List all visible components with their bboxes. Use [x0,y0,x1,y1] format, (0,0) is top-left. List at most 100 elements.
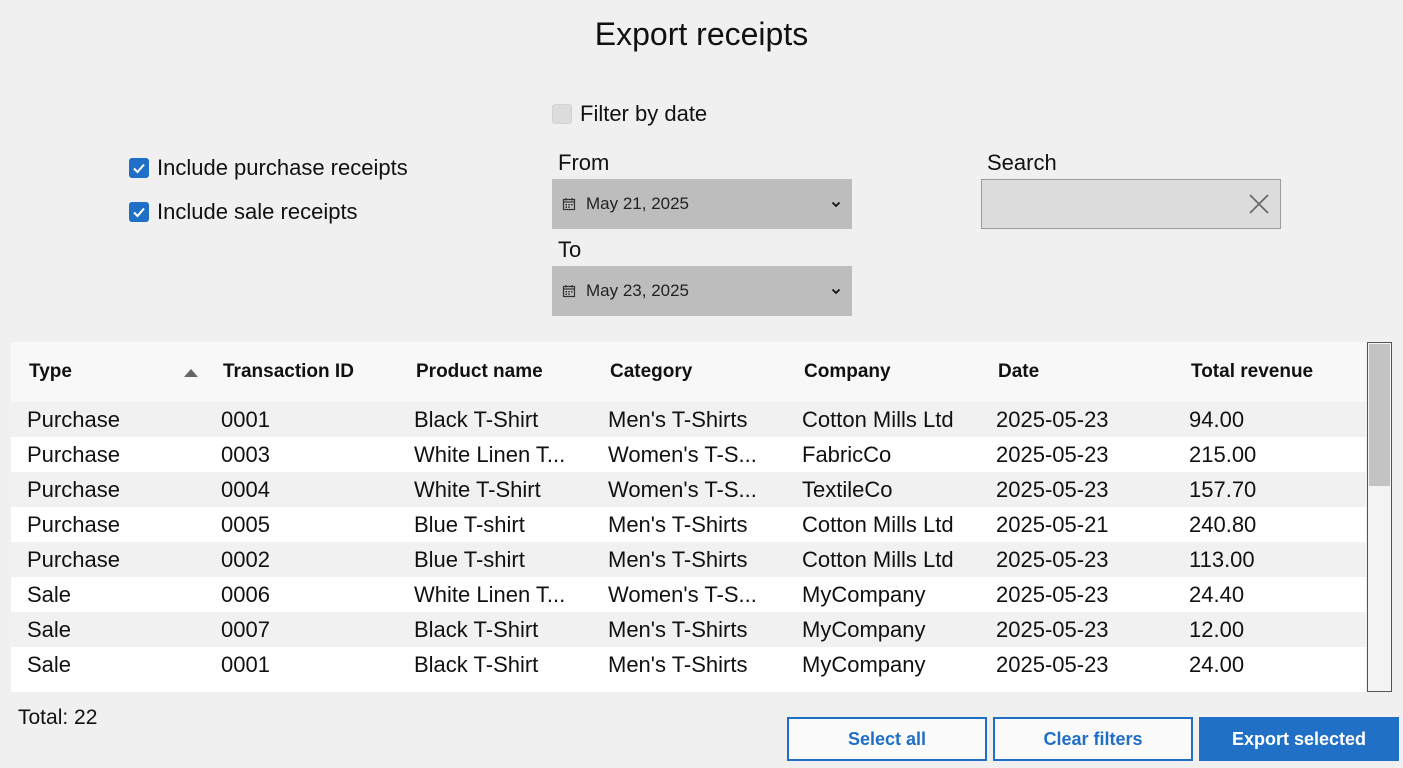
table-row[interactable]: Purchase 0003 White Linen T... Women's T… [11,437,1366,472]
cell-date: 2025-05-23 [996,616,1109,642]
include-purchase-label: Include purchase receipts [157,155,408,180]
filter-by-date-checkbox[interactable]: Filter by date [552,101,707,127]
column-header-date[interactable]: Date [980,342,1173,402]
include-sale-label: Include sale receipts [157,199,358,224]
select-all-button[interactable]: Select all [787,717,987,761]
cell-product-name: Black T-Shirt [414,616,539,642]
column-header-product-name[interactable]: Product name [398,342,592,402]
filter-by-date-label: Filter by date [580,101,708,126]
column-header-type[interactable]: Type [11,342,205,402]
cell-product-name: White T-Shirt [414,476,541,502]
calendar-icon [562,285,576,298]
cell-company: FabricCo [802,441,892,467]
table-vertical-scrollbar[interactable] [1367,342,1392,692]
chevron-down-icon [831,201,841,208]
cell-total-revenue: 12.00 [1189,616,1245,642]
cell-company: TextileCo [802,476,893,502]
from-date-value: May 21, 2025 [586,194,690,213]
cell-date: 2025-05-23 [996,651,1109,677]
export-receipts-window: Export receipts Include purchase receipt… [0,0,1403,768]
search-input[interactable] [982,180,1280,228]
checkbox-checked-icon [129,202,149,222]
column-header-label: Product name [416,361,543,382]
export-selected-button[interactable]: Export selected [1199,717,1399,761]
column-header-company[interactable]: Company [786,342,980,402]
cell-company: Cotton Mills Ltd [802,546,954,572]
sort-ascending-icon [184,369,198,377]
cell-date: 2025-05-23 [996,406,1109,432]
cell-type: Sale [27,616,72,642]
column-header-label: Category [610,361,693,382]
clear-filters-button[interactable]: Clear filters [993,717,1193,761]
search-label: Search [987,150,1057,175]
page-title: Export receipts [594,16,809,52]
close-icon[interactable] [1248,193,1270,215]
cell-date: 2025-05-23 [996,476,1109,502]
cell-total-revenue: 240.80 [1189,511,1257,537]
cell-total-revenue: 94.00 [1189,406,1245,432]
include-sale-checkbox[interactable]: Include sale receipts [129,199,358,225]
table-row[interactable]: Purchase 0004 White T-Shirt Women's T-S.… [11,472,1366,507]
cell-company: MyCompany [802,616,926,642]
cell-category: Women's T-S... [608,476,757,502]
cell-type: Purchase [27,441,120,467]
to-date-value: May 23, 2025 [586,281,690,300]
cell-transaction-id: 0001 [221,651,270,677]
cell-category: Women's T-S... [608,441,757,467]
cell-total-revenue: 157.70 [1189,476,1257,502]
table-row[interactable]: Purchase 0005 Blue T-shirt Men's T-Shirt… [11,507,1366,542]
table-row[interactable]: Sale 0006 White Linen T... Women's T-S..… [11,577,1366,612]
chevron-down-icon [831,288,841,295]
cell-date: 2025-05-23 [996,546,1109,572]
cell-type: Purchase [27,546,120,572]
to-date-picker[interactable]: May 23, 2025 [552,266,852,316]
column-header-category[interactable]: Category [592,342,786,402]
cell-product-name: Blue T-shirt [414,546,525,572]
cell-type: Purchase [27,476,120,502]
cell-company: MyCompany [802,581,926,607]
cell-company: Cotton Mills Ltd [802,406,954,432]
cell-company: MyCompany [802,651,926,677]
cell-total-revenue: 215.00 [1189,441,1257,467]
table-header-row: Type Transaction ID Product name Categor… [11,342,1366,402]
cell-transaction-id: 0006 [221,581,270,607]
cell-transaction-id: 0004 [221,476,270,502]
cell-transaction-id: 0003 [221,441,270,467]
cell-date: 2025-05-21 [996,511,1109,537]
cell-product-name: Blue T-shirt [414,511,525,537]
table-row[interactable]: Purchase 0001 Black T-Shirt Men's T-Shir… [11,402,1366,437]
receipts-table: Type Transaction ID Product name Categor… [11,342,1366,692]
calendar-icon [562,198,576,211]
checkbox-unchecked-icon [552,104,572,124]
table-row[interactable]: Sale 0007 Black T-Shirt Men's T-Shirts M… [11,612,1366,647]
column-header-transaction-id[interactable]: Transaction ID [205,342,398,402]
cell-product-name: Black T-Shirt [414,651,539,677]
search-box [981,179,1281,229]
total-count: Total: 22 [18,706,98,729]
cell-transaction-id: 0005 [221,511,270,537]
column-header-total-revenue[interactable]: Total revenue [1173,342,1366,402]
table-row[interactable]: Purchase 0002 Blue T-shirt Men's T-Shirt… [11,542,1366,577]
include-purchase-checkbox[interactable]: Include purchase receipts [129,155,408,181]
from-date-picker[interactable]: May 21, 2025 [552,179,852,229]
column-header-label: Company [804,361,891,382]
scrollbar-thumb[interactable] [1369,344,1390,486]
cell-product-name: White Linen T... [414,581,566,607]
cell-category: Men's T-Shirts [608,511,748,537]
cell-type: Sale [27,651,72,677]
from-label: From [558,150,610,175]
cell-transaction-id: 0002 [221,546,270,572]
cell-category: Men's T-Shirts [608,651,748,677]
cell-category: Men's T-Shirts [608,616,748,642]
cell-date: 2025-05-23 [996,581,1109,607]
cell-company: Cotton Mills Ltd [802,511,954,537]
table-row[interactable]: Sale 0001 Black T-Shirt Men's T-Shirts M… [11,647,1366,682]
cell-category: Men's T-Shirts [608,406,748,432]
cell-product-name: Black T-Shirt [414,406,539,432]
cell-total-revenue: 24.40 [1189,581,1245,607]
column-header-label: Type [29,361,72,382]
column-header-label: Transaction ID [223,361,354,382]
cell-type: Sale [27,581,72,607]
cell-transaction-id: 0007 [221,616,270,642]
cell-type: Purchase [27,511,120,537]
